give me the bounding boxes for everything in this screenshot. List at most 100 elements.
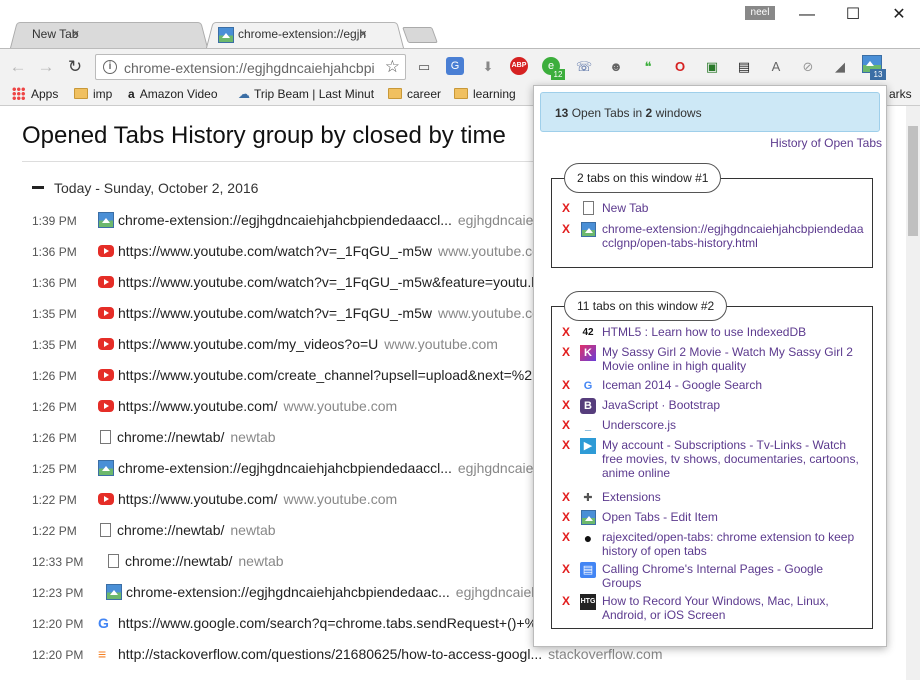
google-icon: G [583, 380, 593, 392]
history-row[interactable]: 12:23 PM chrome-extension://egjhgdncaiehj… [32, 582, 558, 602]
close-tab-icon[interactable]: X [562, 438, 570, 452]
history-url[interactable]: https://www.youtube.com/ [118, 491, 278, 507]
bookmark-star-icon[interactable]: ☆ [385, 57, 400, 77]
new-tab-button[interactable] [402, 27, 438, 43]
open-tab-title[interactable]: Extensions [602, 490, 864, 504]
history-row[interactable]: 1:22 PM chrome://newtab/newtab [32, 520, 276, 540]
history-url[interactable]: https://www.youtube.com/watch?v=_1FqGU_-… [118, 243, 432, 259]
close-tab-icon[interactable]: X [562, 510, 570, 524]
history-row[interactable]: 12:33 PM chrome://newtab/newtab [32, 551, 284, 571]
phone-icon[interactable]: ☏ [574, 57, 594, 77]
url-text[interactable]: chrome-extension://egjhgdncaiehjahcbpi [124, 60, 380, 76]
history-url[interactable]: https://www.google.com/search?q=chrome.t… [118, 615, 537, 631]
adblock-plus-icon[interactable]: ABP [510, 57, 528, 75]
bookmark-career[interactable]: career [388, 87, 441, 101]
bookmark-imp[interactable]: imp [74, 87, 112, 101]
collapse-icon[interactable] [32, 186, 44, 189]
open-tab-title[interactable]: chrome-extension://egjhgdncaiehjahcbpien… [602, 222, 864, 250]
google-translate-icon[interactable]: G [446, 57, 464, 75]
history-row[interactable]: 1:22 PM https://www.youtube.com/www.youtu… [32, 489, 397, 509]
bookmark-trip-beam[interactable]: ☁ Trip Beam | Last Minut [238, 87, 374, 101]
back-arrow-icon[interactable]: ← [6, 55, 30, 79]
history-url[interactable]: chrome-extension://egjhgdncaiehjahcbpien… [126, 584, 450, 600]
date-group-heading[interactable]: Today - Sunday, October 2, 2016 [32, 180, 258, 196]
history-row[interactable]: 1:36 PM https://www.youtube.com/watch?v=_… [32, 241, 552, 261]
history-url[interactable]: http://stackoverflow.com/questions/21680… [118, 646, 542, 662]
forward-arrow-icon[interactable]: → [34, 55, 58, 79]
angular-icon[interactable]: A [766, 57, 786, 77]
screen-icon[interactable]: ▣ [702, 57, 722, 77]
youtube-icon [98, 369, 114, 381]
open-tab-title[interactable]: My account - Subscriptions - Tv-Links - … [602, 438, 864, 480]
profile-badge[interactable]: neel [745, 6, 775, 20]
slash-icon[interactable]: ◢ [830, 57, 850, 77]
close-tab-icon[interactable]: X [562, 594, 570, 608]
bookmark-amazon-video[interactable]: a Amazon Video [128, 87, 218, 101]
history-url[interactable]: https://www.youtube.com/ [118, 398, 278, 414]
open-tab-title[interactable]: Underscore.js [602, 418, 864, 432]
open-tab-title[interactable]: HTML5 : Learn how to use IndexedDB [602, 325, 864, 339]
open-tab-title[interactable]: Open Tabs - Edit Item [602, 510, 864, 524]
history-row[interactable]: 1:35 PM https://www.youtube.com/my_videos… [32, 334, 498, 354]
minimize-button[interactable]: — [784, 4, 830, 26]
cast-icon[interactable]: ▭ [414, 57, 434, 77]
close-tab-icon[interactable]: X [562, 222, 570, 236]
history-row[interactable]: 1:36 PM https://www.youtube.com/watch?v=_… [32, 272, 553, 292]
tab-close-icon[interactable]: × [359, 26, 367, 41]
close-tab-icon[interactable]: X [562, 398, 570, 412]
history-row[interactable]: 1:26 PM https://www.youtube.com/create_ch… [32, 365, 547, 385]
close-tab-icon[interactable]: X [562, 418, 570, 432]
history-url[interactable]: https://www.youtube.com/my_videos?o=U [118, 336, 378, 352]
clapper-icon[interactable]: ▤ [734, 57, 754, 77]
history-url[interactable]: chrome://newtab/ [125, 553, 232, 569]
history-row[interactable]: 1:35 PM https://www.youtube.com/watch?v=_… [32, 303, 552, 323]
bookmark-learning[interactable]: learning [454, 87, 516, 101]
close-tab-icon[interactable]: X [562, 378, 570, 392]
close-tab-icon[interactable]: X [562, 325, 570, 339]
history-url[interactable]: https://www.youtube.com/watch?v=_1FqGU_-… [118, 305, 432, 321]
scroll-thumb[interactable] [908, 126, 918, 236]
history-row[interactable]: 12:20 PM Ghttps://www.google.com/search?q… [32, 613, 543, 633]
bookmark-other[interactable]: arks [889, 87, 912, 101]
close-tab-icon[interactable]: X [562, 562, 570, 576]
history-row[interactable]: 1:25 PM chrome-extension://egjhgdncaiehja… [32, 458, 560, 478]
history-row[interactable]: 1:26 PM https://www.youtube.com/www.youtu… [32, 396, 397, 416]
history-url[interactable]: chrome://newtab/ [117, 522, 224, 538]
history-row[interactable]: 12:20 PM ≡ http://stackoverflow.com/questi… [32, 644, 663, 664]
download-icon[interactable]: ⬇ [478, 57, 498, 77]
disabled-icon[interactable]: ⊘ [798, 57, 818, 77]
bookmark-apps[interactable]: Apps [12, 87, 58, 101]
tab-new-tab[interactable]: New Tab × [10, 20, 208, 48]
history-link[interactable]: History of Open Tabs [770, 136, 882, 150]
ghost-icon[interactable]: ☻ [606, 57, 626, 77]
tab-close-icon[interactable]: × [72, 26, 80, 41]
address-bar[interactable]: i chrome-extension://egjhgdncaiehjahcbpi… [95, 54, 406, 80]
scrollbar[interactable] [906, 106, 920, 680]
close-tab-icon[interactable]: X [562, 490, 570, 504]
history-url[interactable]: https://www.youtube.com/create_channel?u… [118, 367, 541, 383]
history-url[interactable]: https://www.youtube.com/watch?v=_1FqGU_-… [118, 274, 547, 290]
github-icon: ● [583, 530, 593, 546]
open-tab-title[interactable]: JavaScript · Bootstrap [602, 398, 864, 412]
opera-icon[interactable]: O [670, 57, 690, 77]
hangouts-icon[interactable]: ❝ [638, 57, 658, 77]
close-tab-icon[interactable]: X [562, 345, 570, 359]
open-tab-title[interactable]: My Sassy Girl 2 Movie - Watch My Sassy G… [602, 345, 864, 373]
history-row[interactable]: 1:26 PM chrome://newtab/newtab [32, 427, 276, 447]
open-tab-title[interactable]: Iceman 2014 - Google Search [602, 378, 864, 392]
history-url[interactable]: chrome-extension://egjhgdncaiehjahcbpien… [118, 460, 452, 476]
open-tab-title[interactable]: Calling Chrome's Internal Pages - Google… [602, 562, 864, 590]
close-tab-icon[interactable]: X [562, 201, 570, 215]
history-url[interactable]: chrome-extension://egjhgdncaiehjahcbpien… [118, 212, 452, 228]
open-tab-title[interactable]: New Tab [602, 201, 864, 215]
close-window-button[interactable]: ✕ [876, 4, 920, 26]
history-row[interactable]: 1:39 PM chrome-extension://egjhgdncaiehja… [32, 210, 560, 230]
info-icon[interactable]: i [103, 60, 117, 74]
maximize-button[interactable]: ☐ [830, 4, 876, 26]
tab-extension-page[interactable]: chrome-extension://egjh × [206, 20, 404, 48]
open-tab-title[interactable]: rajexcited/open-tabs: chrome extension t… [602, 530, 864, 558]
open-tab-title[interactable]: How to Record Your Windows, Mac, Linux, … [602, 594, 864, 622]
history-url[interactable]: chrome://newtab/ [117, 429, 224, 445]
reload-icon[interactable]: ↻ [63, 55, 87, 79]
close-tab-icon[interactable]: X [562, 530, 570, 544]
